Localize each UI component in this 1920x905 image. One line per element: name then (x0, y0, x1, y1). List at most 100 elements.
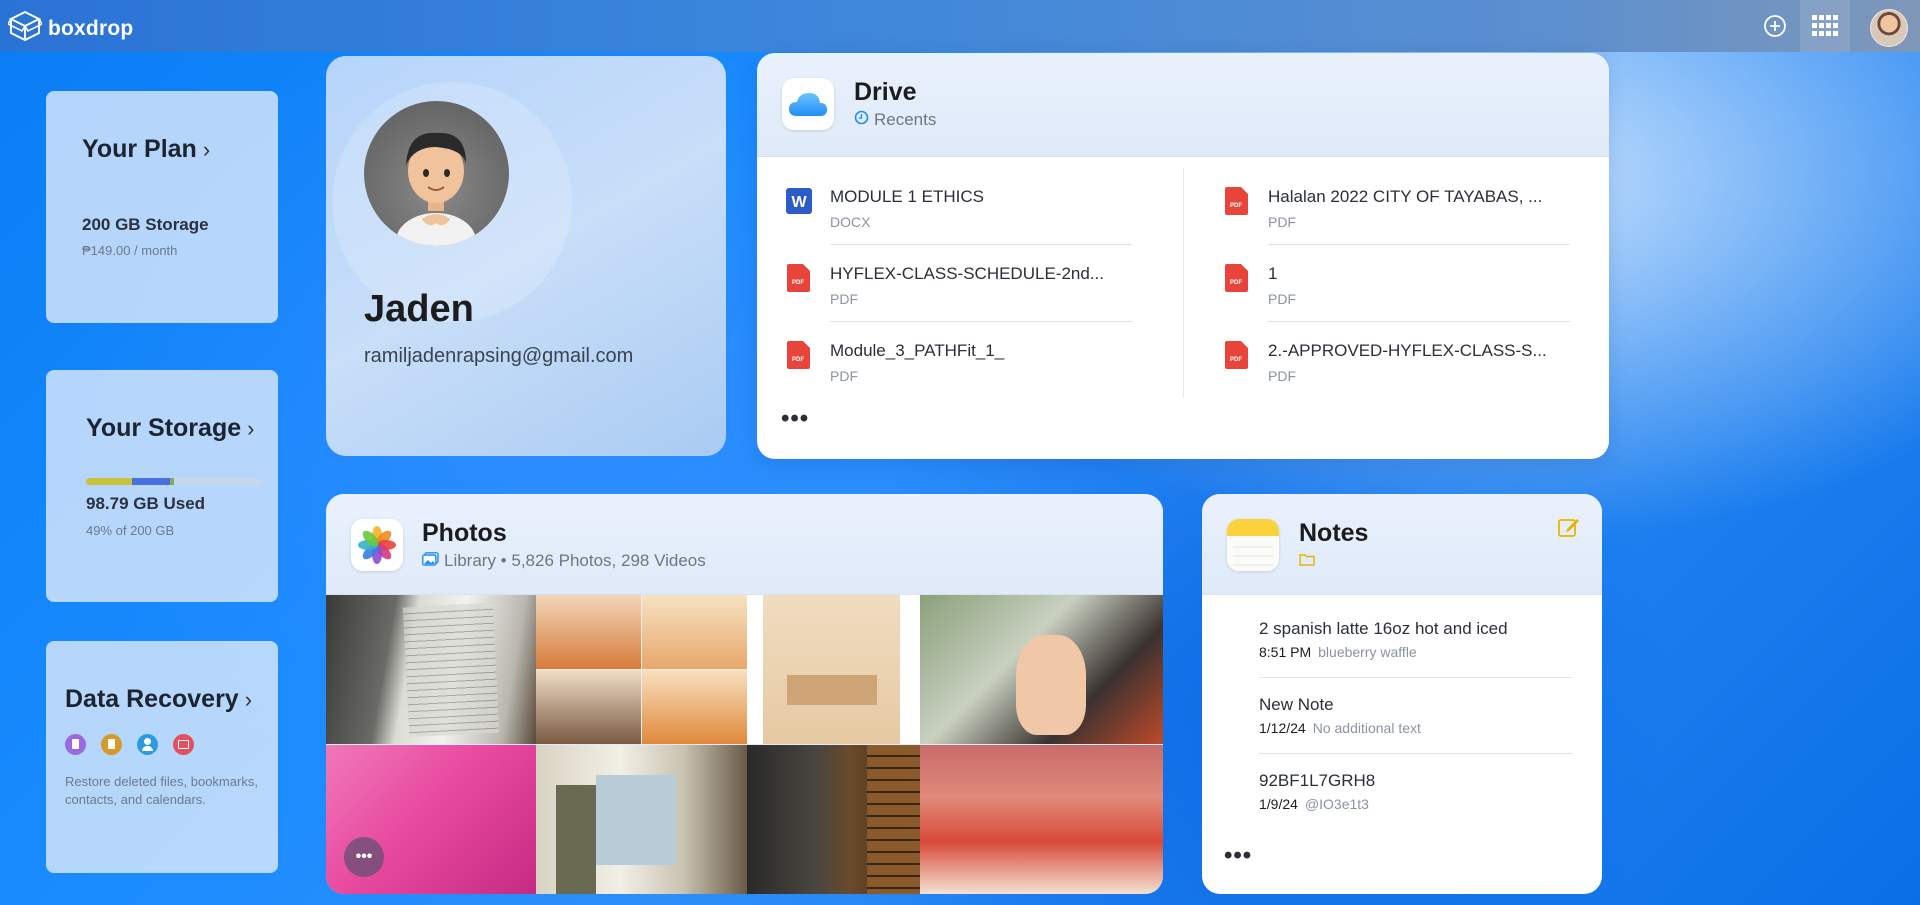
notes-header[interactable]: Notes (1202, 494, 1602, 595)
file-type: PDF (830, 291, 858, 307)
note-time: 1/9/24 (1259, 796, 1298, 812)
file-type: PDF (1268, 291, 1296, 307)
photos-widget[interactable]: Photos Library • 5,826 Photos, 298 Video… (326, 494, 1163, 894)
top-bar: boxdrop (0, 0, 1920, 52)
note-item[interactable]: 2 spanish latte 16oz hot and iced 8:51 P… (1259, 602, 1572, 678)
recovery-description: Restore deleted files, bookmarks, contac… (65, 774, 258, 807)
profile-avatar (364, 101, 509, 246)
note-meta: 1/9/24 @IO3e1t3 (1259, 796, 1369, 812)
svg-text:PDF: PDF (792, 280, 804, 286)
svg-text:PDF: PDF (1230, 280, 1242, 286)
file-type: PDF (1268, 214, 1296, 230)
photo-thumbnail[interactable] (920, 595, 1163, 744)
column-divider (1183, 168, 1184, 398)
note-preview: @IO3e1t3 (1304, 796, 1369, 812)
note-item[interactable]: 92BF1L7GRH8 1/9/24 @IO3e1t3 (1259, 754, 1572, 830)
file-name: 1 (1268, 264, 1278, 283)
drive-header[interactable]: Drive Recents (757, 53, 1609, 157)
plan-price: ₱149.00 / month (82, 243, 178, 258)
storage-segment (131, 478, 170, 485)
pdf-icon: PDF (786, 263, 812, 293)
note-preview: blueberry waffle (1318, 644, 1417, 660)
file-row[interactable]: PDF Halalan 2022 CITY OF TAYABAS, ... PD… (1224, 168, 1594, 245)
brand-name: boxdrop (48, 16, 134, 40)
pdf-icon: PDF (786, 340, 812, 370)
photos-subtitle: Library • 5,826 Photos, 298 Videos (422, 551, 706, 571)
photo-thumbnail[interactable] (747, 595, 920, 744)
plan-storage: 200 GB Storage (82, 215, 209, 234)
recovery-icons (65, 734, 194, 755)
recovery-card[interactable]: Data Recovery › Restore deleted files, bo… (46, 641, 278, 873)
file-name: 2.-APPROVED-HYFLEX-CLASS-S... (1268, 341, 1547, 360)
drive-widget[interactable]: Drive Recents W MODULE 1 ETHICS DOCX PDF… (757, 53, 1609, 459)
drive-more-button[interactable]: ••• (781, 405, 809, 433)
photo-thumbnail[interactable] (536, 595, 747, 744)
file-type: DOCX (830, 214, 871, 230)
file-name: Halalan 2022 CITY OF TAYABAS, ... (1268, 187, 1543, 206)
note-title: 2 spanish latte 16oz hot and iced (1259, 619, 1508, 638)
folder-icon (1299, 551, 1315, 571)
svg-text:PDF: PDF (1230, 203, 1242, 209)
chevron-right-icon: › (202, 136, 211, 162)
storage-card[interactable]: Your Storage › 98.79 GB Used 49% of 200 G… (46, 370, 278, 602)
notes-subtitle (1299, 551, 1315, 571)
file-row[interactable]: PDF HYFLEX-CLASS-SCHEDULE-2nd... PDF (786, 245, 1156, 322)
word-doc-icon: W (786, 186, 812, 216)
note-title: New Note (1259, 695, 1334, 714)
photo-thumbnail[interactable]: ••• (326, 745, 536, 894)
calendar-icon (173, 734, 194, 755)
file-row[interactable]: W MODULE 1 ETHICS DOCX (786, 168, 1156, 245)
photo-thumbnail[interactable] (747, 745, 920, 894)
profile-card[interactable]: Jaden ramiljadenrapsing@gmail.com (326, 56, 726, 456)
svg-text:PDF: PDF (792, 357, 804, 363)
notes-app-icon (1227, 519, 1279, 571)
profile-email: ramiljadenrapsing@gmail.com (364, 345, 634, 367)
photo-thumbnail[interactable] (326, 595, 536, 744)
notes-more-button[interactable]: ••• (1224, 842, 1252, 870)
plan-card[interactable]: Your Plan › 200 GB Storage ₱149.00 / mont… (46, 91, 278, 323)
note-meta: 1/12/24 No additional text (1259, 720, 1421, 736)
note-meta: 8:51 PM blueberry waffle (1259, 644, 1417, 660)
contacts-icon (137, 734, 158, 755)
file-row[interactable]: PDF Module_3_PATHFit_1_ PDF (786, 322, 1156, 399)
pdf-icon: PDF (1224, 263, 1250, 293)
file-row[interactable]: PDF 1 PDF (1224, 245, 1594, 322)
note-time: 1/12/24 (1259, 720, 1306, 736)
note-preview: No additional text (1312, 720, 1421, 736)
recovery-title[interactable]: Data Recovery › (65, 685, 252, 714)
drive-files-left: W MODULE 1 ETHICS DOCX PDF HYFLEX-CLASS-… (786, 168, 1156, 399)
drive-subtitle: Recents (854, 110, 936, 130)
user-avatar[interactable] (1870, 9, 1908, 47)
note-title: 92BF1L7GRH8 (1259, 771, 1376, 790)
add-circle-icon[interactable] (1762, 13, 1788, 39)
apps-grid-icon[interactable] (1812, 13, 1838, 39)
compose-icon[interactable] (1558, 516, 1580, 543)
photo-thumbnail[interactable] (536, 745, 747, 894)
file-row[interactable]: PDF 2.-APPROVED-HYFLEX-CLASS-S... PDF (1224, 322, 1594, 399)
drive-files-right: PDF Halalan 2022 CITY OF TAYABAS, ... PD… (1224, 168, 1594, 399)
box-logo-icon (6, 10, 44, 47)
storage-used: 98.79 GB Used (86, 494, 206, 513)
photos-app-icon (351, 519, 403, 571)
note-item[interactable]: New Note 1/12/24 No additional text (1259, 678, 1572, 754)
photos-header[interactable]: Photos Library • 5,826 Photos, 298 Video… (326, 494, 1163, 595)
file-type: PDF (830, 368, 858, 384)
files-icon (65, 734, 86, 755)
file-name: HYFLEX-CLASS-SCHEDULE-2nd... (830, 264, 1104, 283)
file-type: PDF (1268, 368, 1296, 384)
storage-percent: 49% of 200 GB (86, 523, 175, 538)
plan-title[interactable]: Your Plan › (82, 135, 210, 164)
photos-more-button[interactable]: ••• (344, 837, 384, 877)
storage-segment (170, 478, 174, 485)
note-time: 8:51 PM (1259, 644, 1312, 660)
svg-text:PDF: PDF (1230, 357, 1242, 363)
brand[interactable]: boxdrop (6, 10, 134, 47)
notes-widget[interactable]: Notes 2 spanish latte 16oz hot and iced … (1202, 494, 1602, 894)
photo-thumbnail[interactable] (920, 745, 1163, 894)
storage-title[interactable]: Your Storage › (86, 414, 254, 443)
pdf-icon: PDF (1224, 340, 1250, 370)
storage-usage-bar (86, 478, 261, 485)
bookmarks-icon (101, 734, 122, 755)
pdf-icon: PDF (1224, 186, 1250, 216)
file-name: Module_3_PATHFit_1_ (830, 341, 1005, 360)
